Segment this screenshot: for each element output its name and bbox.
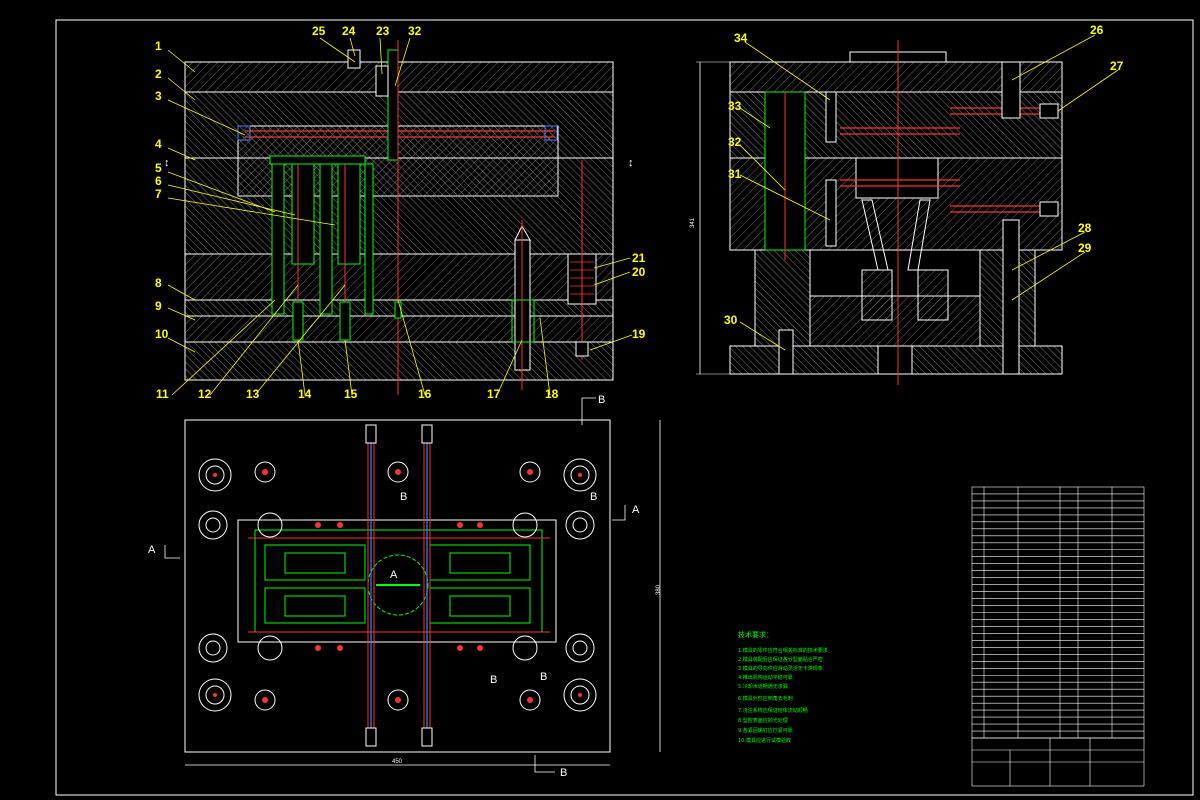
part-label-4: 4 xyxy=(155,137,162,151)
tech-line-4: 4.推出机构运动平稳可靠 xyxy=(738,674,793,681)
tech-line-3: 3.模具的导向件应滑动灵活无卡滞现象 xyxy=(738,665,823,672)
part-label-2: 2 xyxy=(155,67,162,81)
dim-overall-width: 450 xyxy=(392,759,403,765)
part-label-17: 17 xyxy=(487,387,501,401)
parts-list-table xyxy=(971,486,1145,739)
part-label-15: 15 xyxy=(344,387,358,401)
ejector-plate xyxy=(184,315,614,343)
side-section-view: 341 xyxy=(690,40,1063,385)
part-label-32-front: 32 xyxy=(408,24,422,38)
part-label-9: 9 xyxy=(155,299,162,313)
section-mark-b-top: B xyxy=(598,394,605,406)
dim-plate-height: 380 xyxy=(656,584,662,595)
section-mark-a-center: A xyxy=(390,569,398,581)
part-label-29: 29 xyxy=(1078,241,1092,255)
section-mark-b-4: B xyxy=(540,671,547,683)
part-label-8: 8 xyxy=(155,276,162,290)
part-label-20: 20 xyxy=(632,265,646,279)
part-label-11: 11 xyxy=(156,387,169,401)
part-label-25: 25 xyxy=(312,24,326,38)
part-label-19: 19 xyxy=(632,327,646,341)
part-label-1: 1 xyxy=(155,39,162,53)
part-label-21: 21 xyxy=(632,251,646,265)
part-label-28: 28 xyxy=(1078,221,1092,235)
part-label-18: 18 xyxy=(545,387,559,401)
tech-line-6: 6.模具外形应倒角去毛刺 xyxy=(738,695,793,702)
part-label-6: 6 xyxy=(155,174,162,188)
dim-side-height: 341 xyxy=(690,217,696,228)
section-mark-b-2: B xyxy=(590,491,597,503)
part-label-24: 24 xyxy=(342,24,356,38)
support-plate xyxy=(184,253,614,301)
part-label-31: 31 xyxy=(728,167,742,181)
technical-requirements: 技术要求： 1.模具的零件应符合相关标准的技术要求 2.模具装配后应保证各分型面… xyxy=(738,630,828,744)
part-label-5: 5 xyxy=(155,161,162,175)
tech-line-7: 7.浇注系统应保证熔体流动顺畅 xyxy=(738,707,808,714)
part-label-14: 14 xyxy=(298,387,312,401)
tech-line-8: 8.型腔表面应抛光处理 xyxy=(738,717,788,724)
part-label-30: 30 xyxy=(724,313,738,327)
part-label-7: 7 xyxy=(155,187,162,201)
tech-line-10: 10.模具应进行试模验收 xyxy=(738,737,791,744)
front-section-view: ↕ ↕ xyxy=(164,40,634,395)
tech-title: 技术要求： xyxy=(738,630,773,639)
part-label-34: 34 xyxy=(734,31,748,45)
part-label-33: 33 xyxy=(728,99,742,113)
part-label-32-side: 32 xyxy=(728,135,742,149)
title-block xyxy=(971,737,1145,787)
part-label-12: 12 xyxy=(198,387,212,401)
tech-line-9: 9.各紧固螺钉应拧紧可靠 xyxy=(738,727,793,734)
section-mark-a-left: A xyxy=(148,544,156,556)
section-mark-b-1: B xyxy=(400,491,407,503)
section-mark-a-right: A xyxy=(632,504,640,516)
bottom-clamp-plate xyxy=(184,341,614,381)
svg-text:↕: ↕ xyxy=(628,157,634,169)
tech-line-5: 5.冷却水道畅通无渗漏 xyxy=(738,683,788,690)
tech-line-1: 1.模具的零件应符合相关标准的技术要求 xyxy=(738,647,828,654)
part-label-23: 23 xyxy=(376,24,390,38)
section-mark-b-bottom: B xyxy=(560,767,567,779)
section-mark-b-3: B xyxy=(490,674,497,686)
part-label-27: 27 xyxy=(1110,59,1124,73)
part-label-16: 16 xyxy=(418,387,432,401)
tech-line-2: 2.模具装配后应保证各分型面贴合严密 xyxy=(738,656,823,663)
mold-assembly-drawing: ↕ ↕ 1 2 3 4 5 6 7 8 9 10 11 12 13 14 15 … xyxy=(55,19,1194,796)
plan-view: 450 380 A A B B B B B B A xyxy=(148,394,662,779)
part-label-3: 3 xyxy=(155,89,162,103)
part-label-26: 26 xyxy=(1090,23,1104,37)
svg-text:↕: ↕ xyxy=(164,157,170,169)
part-label-10: 10 xyxy=(155,327,169,341)
part-label-13: 13 xyxy=(246,387,260,401)
moving-mold-plate xyxy=(184,157,614,255)
top-clamp-plate xyxy=(184,61,614,93)
